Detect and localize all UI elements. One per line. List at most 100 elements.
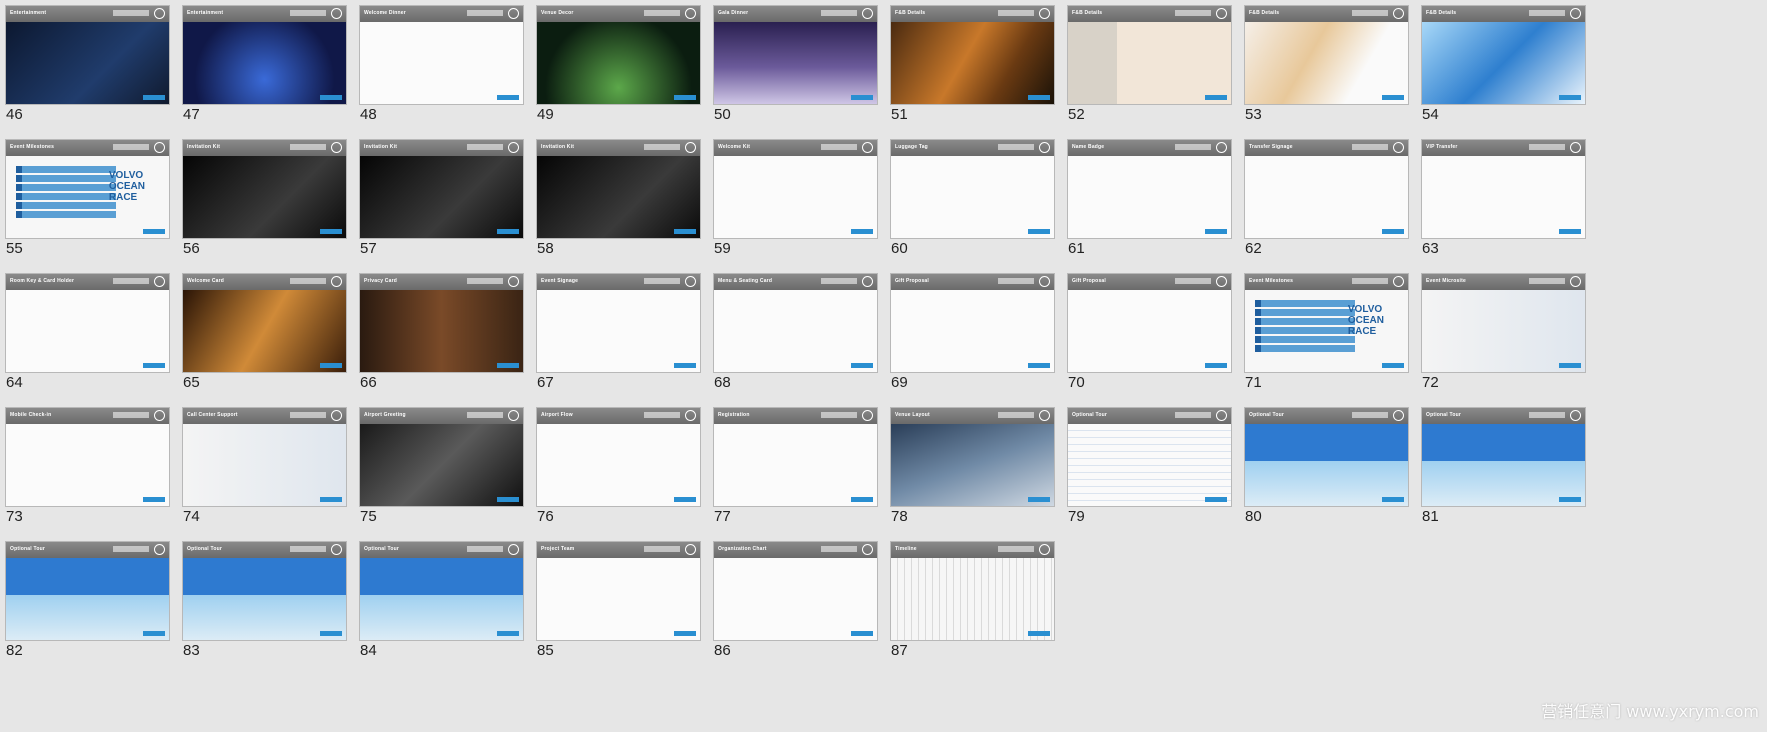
slide-thumbnail-56[interactable]: Invitation Kit 56 [177,134,347,284]
logo-word: VOLVO [108,170,144,181]
slide-preview[interactable]: Event Microsite [1421,273,1586,373]
slide-thumbnail-78[interactable]: Venue Layout 78 [885,402,1055,552]
slide-preview[interactable]: Gala Dinner [713,5,878,105]
slide-thumbnail-82[interactable]: Optional Tour 82 [0,536,170,686]
slide-thumbnail-80[interactable]: Optional Tour 80 [1239,402,1409,552]
footer-brand-mark [320,229,342,234]
slide-thumbnail-64[interactable]: Room Key & Card Holder 64 [0,268,170,418]
slide-header-title: Transfer Signage [1249,144,1293,150]
slide-thumbnail-66[interactable]: Privacy Card 66 [354,268,524,418]
slide-thumbnail-57[interactable]: Invitation Kit 57 [354,134,524,284]
slide-preview[interactable]: Mobile Check-in [5,407,170,507]
slide-preview[interactable]: VIP Transfer [1421,139,1586,239]
slide-preview[interactable]: Privacy Card [359,273,524,373]
slide-thumbnail-55[interactable]: Event Milestones VOLVO OCEAN RACE 55 [0,134,170,284]
slide-preview[interactable]: Event Signage [536,273,701,373]
slide-sorter-grid: Entertainment 46 Entertainment 47 Welcome Di… [0,0,1767,732]
header-tagline [821,412,857,418]
slide-preview[interactable]: F&B Details [1067,5,1232,105]
slide-thumbnail-62[interactable]: Transfer Signage 62 [1239,134,1409,284]
slide-preview[interactable]: Event Milestones VOLVO OCEAN RACE [5,139,170,239]
slide-thumbnail-68[interactable]: Menu & Seating Card 68 [708,268,878,418]
slide-thumbnail-70[interactable]: Gift Proposal 70 [1062,268,1232,418]
slide-thumbnail-72[interactable]: Event Microsite 72 [1416,268,1586,418]
slide-header-bar: Entertainment [183,6,346,22]
slide-preview[interactable]: Call Center Support [182,407,347,507]
slide-thumbnail-69[interactable]: Gift Proposal 69 [885,268,1055,418]
slide-thumbnail-48[interactable]: Welcome Dinner 48 [354,0,524,150]
slide-number: 77 [714,508,731,525]
slide-preview[interactable]: Gift Proposal [890,273,1055,373]
slide-preview[interactable]: Timeline [890,541,1055,641]
slide-preview[interactable]: F&B Details [1421,5,1586,105]
slide-preview[interactable]: Venue Decor [536,5,701,105]
slide-thumbnail-50[interactable]: Gala Dinner 50 [708,0,878,150]
slide-thumbnail-53[interactable]: F&B Details 53 [1239,0,1409,150]
slide-thumbnail-84[interactable]: Optional Tour 84 [354,536,524,686]
slide-thumbnail-87[interactable]: Timeline 87 [885,536,1055,686]
slide-thumbnail-83[interactable]: Optional Tour 83 [177,536,347,686]
slide-preview[interactable]: Welcome Card [182,273,347,373]
header-tagline [1529,10,1565,16]
slide-preview[interactable]: Invitation Kit [182,139,347,239]
slide-preview[interactable]: Welcome Dinner [359,5,524,105]
slide-preview[interactable]: Project Team [536,541,701,641]
slide-header-title: Call Center Support [187,412,238,418]
slide-preview[interactable]: Gift Proposal [1067,273,1232,373]
slide-preview[interactable]: Organization Chart [713,541,878,641]
slide-preview[interactable]: F&B Details [890,5,1055,105]
slide-thumbnail-60[interactable]: Luggage Tag 60 [885,134,1055,284]
slide-thumbnail-76[interactable]: Airport Flow 76 [531,402,701,552]
slide-thumbnail-63[interactable]: VIP Transfer 63 [1416,134,1586,284]
slide-thumbnail-85[interactable]: Project Team 85 [531,536,701,686]
slide-thumbnail-51[interactable]: F&B Details 51 [885,0,1055,150]
slide-thumbnail-73[interactable]: Mobile Check-in 73 [0,402,170,552]
slide-content [1422,424,1585,506]
slide-preview[interactable]: Airport Greeting [359,407,524,507]
slide-preview[interactable]: Name Badge [1067,139,1232,239]
footer-brand-mark [851,363,873,368]
slide-thumbnail-81[interactable]: Optional Tour 81 [1416,402,1586,552]
slide-thumbnail-61[interactable]: Name Badge 61 [1062,134,1232,284]
slide-thumbnail-46[interactable]: Entertainment 46 [0,0,170,150]
header-tagline [113,546,149,552]
slide-preview[interactable]: Optional Tour [1067,407,1232,507]
slide-preview[interactable]: Venue Layout [890,407,1055,507]
slide-preview[interactable]: Optional Tour [1421,407,1586,507]
slide-preview[interactable]: Transfer Signage [1244,139,1409,239]
slide-preview[interactable]: Welcome Kit [713,139,878,239]
slide-thumbnail-59[interactable]: Welcome Kit 59 [708,134,878,284]
slide-thumbnail-47[interactable]: Entertainment 47 [177,0,347,150]
slide-number: 72 [1422,374,1439,391]
slide-preview[interactable]: Registration [713,407,878,507]
slide-preview[interactable]: Luggage Tag [890,139,1055,239]
slide-thumbnail-75[interactable]: Airport Greeting 75 [354,402,524,552]
slide-preview[interactable]: Menu & Seating Card [713,273,878,373]
slide-thumbnail-49[interactable]: Venue Decor 49 [531,0,701,150]
slide-preview[interactable]: Entertainment [5,5,170,105]
slide-preview[interactable]: Optional Tour [1244,407,1409,507]
slide-thumbnail-54[interactable]: F&B Details 54 [1416,0,1586,150]
milestone-list [16,166,116,224]
slide-thumbnail-74[interactable]: Call Center Support 74 [177,402,347,552]
slide-preview[interactable]: Airport Flow [536,407,701,507]
slide-thumbnail-77[interactable]: Registration 77 [708,402,878,552]
slide-thumbnail-86[interactable]: Organization Chart 86 [708,536,878,686]
slide-preview[interactable]: Optional Tour [359,541,524,641]
slide-preview[interactable]: F&B Details [1244,5,1409,105]
slide-preview[interactable]: Invitation Kit [536,139,701,239]
slide-preview[interactable]: Optional Tour [5,541,170,641]
slide-thumbnail-58[interactable]: Invitation Kit 58 [531,134,701,284]
slide-thumbnail-67[interactable]: Event Signage 67 [531,268,701,418]
slide-thumbnail-71[interactable]: Event Milestones VOLVO OCEAN RACE 71 [1239,268,1409,418]
slide-thumbnail-52[interactable]: F&B Details 52 [1062,0,1232,150]
header-tagline [113,10,149,16]
slide-thumbnail-79[interactable]: Optional Tour 79 [1062,402,1232,552]
slide-thumbnail-65[interactable]: Welcome Card 65 [177,268,347,418]
slide-preview[interactable]: Event Milestones VOLVO OCEAN RACE [1244,273,1409,373]
slide-preview[interactable]: Entertainment [182,5,347,105]
slide-preview[interactable]: Optional Tour [182,541,347,641]
slide-preview[interactable]: Room Key & Card Holder [5,273,170,373]
volvo-logo-icon [1393,142,1404,153]
slide-preview[interactable]: Invitation Kit [359,139,524,239]
